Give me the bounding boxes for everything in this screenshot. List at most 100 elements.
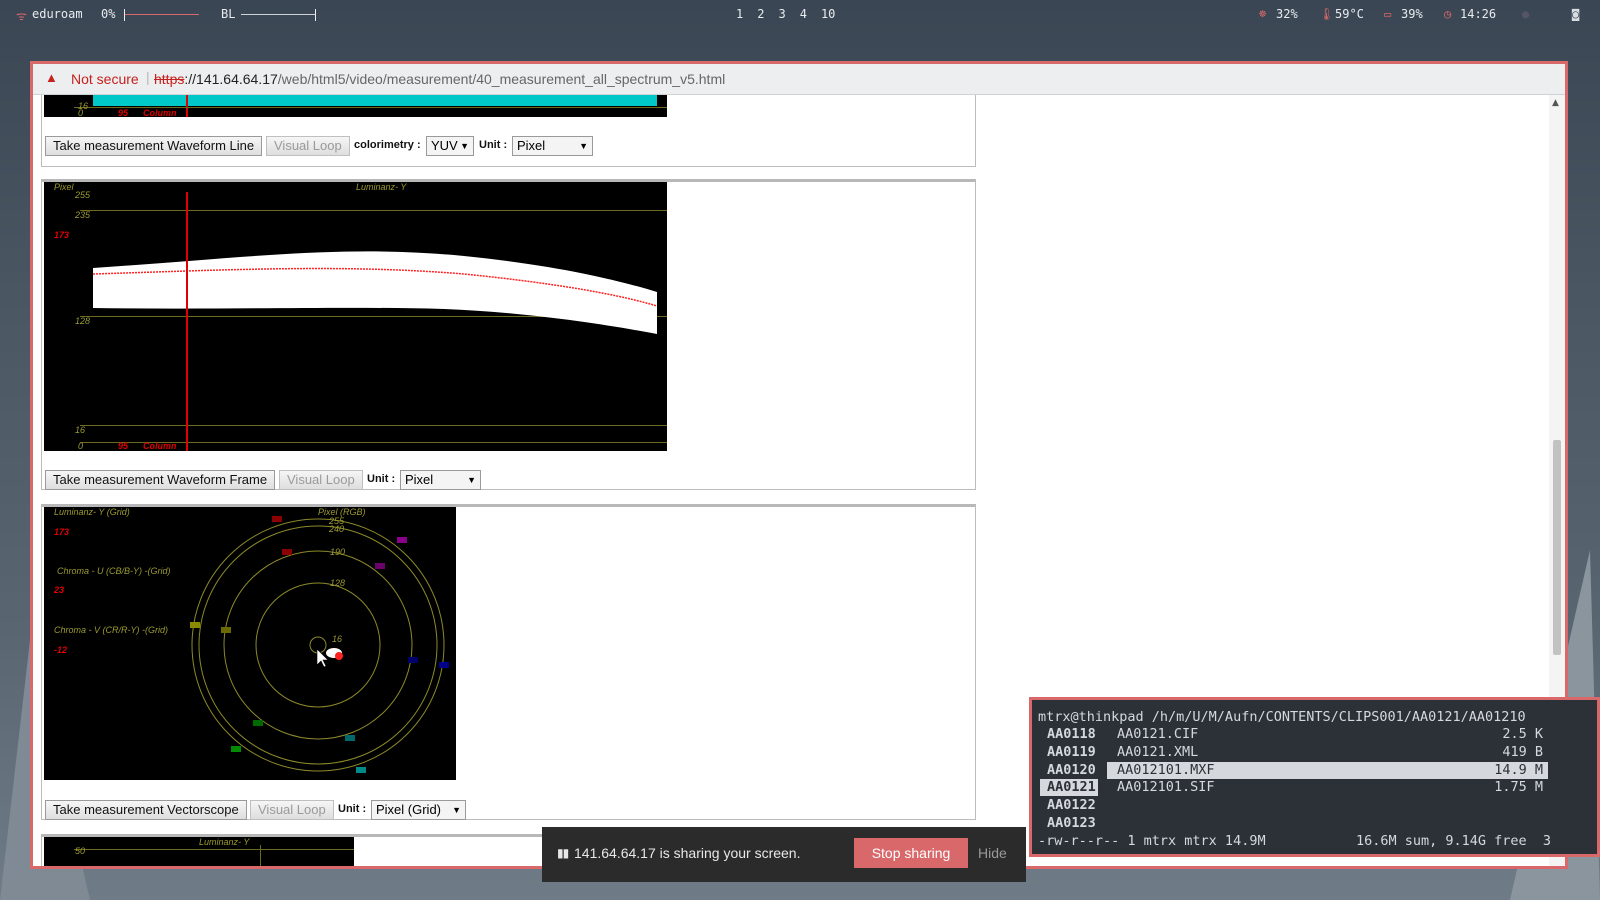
- temperature-label: 59°C: [1335, 7, 1364, 21]
- file-name: AA012101.SIF: [1117, 779, 1215, 795]
- dir-item[interactable]: AA0123: [1047, 815, 1096, 832]
- workspace-3[interactable]: 3: [778, 7, 785, 21]
- luminance-value: 173: [54, 527, 70, 537]
- url-scheme: https: [154, 71, 185, 87]
- dir-item-selected[interactable]: AA0121: [1040, 779, 1098, 796]
- column-label: Column: [143, 441, 177, 451]
- take-waveform-frame-button[interactable]: Take measurement Waveform Frame: [45, 470, 276, 490]
- colorimetry-select[interactable]: YUV ▼: [426, 136, 474, 156]
- visual-loop-button[interactable]: Visual Loop: [250, 800, 334, 820]
- luminance-label: Luminanz- Y (Grid): [54, 507, 130, 517]
- y-label-128: 128: [75, 316, 91, 326]
- scrollbar-thumb[interactable]: [1553, 440, 1561, 655]
- scope-title: Luminanz- Y: [356, 182, 407, 192]
- pause-icon: ▮▮: [557, 846, 569, 860]
- column-label: Column: [143, 108, 177, 118]
- colorimetry-value: YUV: [431, 138, 458, 153]
- y-label-235: 235: [75, 210, 91, 220]
- terminal-window[interactable]: mtrx@thinkpad /h/m/U/M/Aufn/CONTENTS/CLI…: [1029, 697, 1600, 857]
- discord-icon[interactable]: ◙: [1572, 7, 1579, 21]
- disk-info: 16.6M sum, 9.14G free 3: [1356, 833, 1552, 849]
- security-status[interactable]: Not secure: [71, 71, 139, 87]
- vectorscope-scope: Luminanz- Y (Grid) 173 Chroma - U (CB/B-…: [44, 507, 456, 780]
- chevron-down-icon: ▼: [460, 141, 469, 151]
- file-row[interactable]: AA0121.XML 419 B: [1112, 744, 1543, 761]
- grid-line: [74, 849, 354, 850]
- workspace-2[interactable]: 2: [757, 7, 764, 21]
- file-name: AA0121.CIF: [1117, 726, 1199, 742]
- y-value: 173: [54, 230, 70, 240]
- visual-loop-button[interactable]: Visual Loop: [266, 136, 350, 156]
- file-row[interactable]: AA0121.CIF 2.5 K: [1112, 726, 1543, 743]
- ring-label-128: 128: [330, 578, 346, 588]
- volume-label: 0%: [101, 7, 116, 21]
- vectorscope-grid: [190, 516, 449, 773]
- divider: |: [146, 69, 150, 85]
- dir-item[interactable]: AA0120: [1047, 762, 1096, 779]
- workspace-4[interactable]: 4: [800, 7, 807, 21]
- clock-icon: ◷: [1444, 7, 1452, 21]
- ring-label-190: 190: [330, 547, 346, 557]
- column-value: 95: [118, 441, 129, 451]
- visual-loop-button[interactable]: Visual Loop: [279, 470, 363, 490]
- file-size: 419 B: [1502, 744, 1543, 760]
- take-waveform-line-button[interactable]: Take measurement Waveform Line: [45, 136, 263, 156]
- unit-select[interactable]: Pixel ▼: [400, 470, 481, 490]
- chroma-u-value: 23: [54, 585, 65, 595]
- take-vectorscope-button[interactable]: Take measurement Vectorscope: [45, 800, 247, 820]
- unit-value: Pixel (Grid): [376, 802, 442, 817]
- temperature-icon: 🌡: [1319, 7, 1335, 21]
- file-row-selected[interactable]: AA012101.MXF 14.9 M: [1107, 762, 1548, 779]
- ring-label-240: 240: [329, 524, 345, 534]
- tray-icon[interactable]: ●: [1522, 7, 1529, 21]
- file-name: AA0121.XML: [1117, 744, 1199, 760]
- column-cursor[interactable]: [186, 95, 188, 117]
- waveform-line-fill: [93, 95, 657, 106]
- cpu-label: 32%: [1276, 7, 1298, 21]
- column-value: 95: [118, 108, 129, 118]
- terminal-prompt: mtrx@thinkpad /h/m/U/M/Aufn/CONTENTS/CLI…: [1038, 709, 1526, 725]
- vectorscope-panel: Luminanz- Y (Grid) 173 Chroma - U (CB/B-…: [41, 504, 976, 820]
- waveform-frame-scope: Pixel Luminanz- Y 255 235 173 128 16 0 9…: [44, 182, 667, 451]
- file-size: 1.75 M: [1494, 779, 1543, 795]
- file-row[interactable]: AA012101.SIF 1.75 M: [1112, 779, 1543, 796]
- workspace-switcher: 1 2 3 4 10: [736, 7, 849, 21]
- unit-select[interactable]: Pixel ▼: [512, 136, 593, 156]
- backlight-label: BL: [221, 7, 236, 21]
- clock-label: 14:26: [1460, 7, 1497, 21]
- waveform-trace: [92, 251, 658, 334]
- url-text[interactable]: https://141.64.64.17/web/html5/video/mea…: [154, 71, 725, 87]
- hide-button[interactable]: Hide: [978, 845, 1007, 861]
- chroma-v-value: -12: [54, 645, 68, 655]
- waveform-frame-panel: Pixel Luminanz- Y 255 235 173 128 16 0 9…: [41, 179, 976, 490]
- file-size: 2.5 K: [1502, 726, 1543, 742]
- volume-slider[interactable]: [124, 7, 199, 21]
- dir-item[interactable]: AA0119: [1047, 744, 1096, 761]
- grid-line-vertical: [260, 845, 261, 866]
- dir-item[interactable]: AA0122: [1047, 797, 1096, 814]
- scroll-up-icon[interactable]: ▲: [1552, 98, 1559, 108]
- chroma-u-label: Chroma - U (CB/B-Y) -(Grid): [57, 566, 171, 576]
- y-label-255: 255: [75, 190, 91, 200]
- dir-item[interactable]: AA0118: [1047, 726, 1096, 743]
- chroma-v-label: Chroma - V (CR/R-Y) -(Grid): [54, 625, 168, 635]
- address-bar[interactable]: ▲ Not secure | https://141.64.64.17/web/…: [33, 64, 1565, 95]
- ring-label-16: 16: [332, 634, 343, 644]
- unit-label: Unit :: [367, 473, 396, 485]
- unit-value: Pixel: [405, 472, 434, 487]
- file-size: 14.9 M: [1494, 762, 1543, 778]
- y-label-16: 16: [75, 425, 86, 435]
- cpu-icon: ☸: [1259, 7, 1267, 21]
- battery-icon: ▭: [1384, 7, 1392, 21]
- waveform-line-scope: 16 0 95 Column: [44, 95, 667, 118]
- warning-icon[interactable]: ▲: [45, 70, 58, 85]
- workspace-10[interactable]: 10: [821, 7, 835, 21]
- status-bar: ᯤ eduroam 0% BL 1 2 3 4 10 ☸ 32% 🌡 59°C ▭ 39…: [0, 0, 1600, 28]
- stop-sharing-button[interactable]: Stop sharing: [854, 838, 968, 868]
- unit-select[interactable]: Pixel (Grid) ▼: [371, 800, 466, 820]
- backlight-slider[interactable]: [241, 7, 316, 21]
- column-cursor[interactable]: [186, 192, 188, 451]
- file-info: -rw-r--r-- 1 mtrx mtrx 14.9M: [1038, 833, 1266, 849]
- workspace-1[interactable]: 1: [736, 7, 743, 21]
- url-path: /web/html5/video/measurement/40_measurem…: [277, 71, 726, 87]
